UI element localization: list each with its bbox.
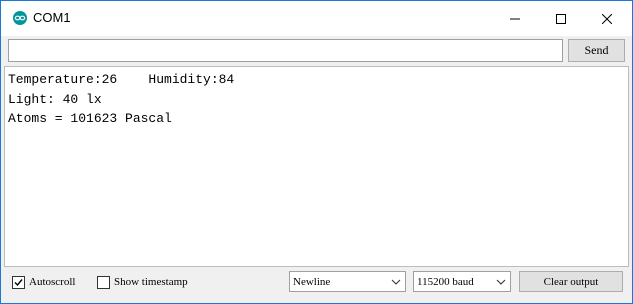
chevron-down-icon <box>391 279 401 285</box>
line-ending-select[interactable]: Newline <box>289 271 406 292</box>
serial-monitor-window: COM1 Send Temperature:26 Humidity:84 Lig… <box>0 0 633 304</box>
chevron-down-icon <box>496 279 506 285</box>
title-bar: COM1 <box>1 1 632 36</box>
checkmark-icon <box>14 279 23 287</box>
line-ending-value: Newline <box>293 276 331 288</box>
clear-output-button[interactable]: Clear output <box>519 271 623 292</box>
close-button[interactable] <box>584 1 630 36</box>
status-bar: Autoscroll Show timestamp Newline 115200… <box>1 267 632 303</box>
maximize-icon <box>556 13 566 24</box>
output-line: Temperature:26 Humidity:84 <box>8 72 235 87</box>
serial-output[interactable]: Temperature:26 Humidity:84 Light: 40 lx … <box>4 66 629 267</box>
baud-rate-value: 115200 baud <box>417 276 474 288</box>
autoscroll-checkbox[interactable] <box>12 276 25 289</box>
send-row: Send <box>1 36 632 66</box>
minimize-icon <box>510 18 520 19</box>
serial-input[interactable] <box>8 39 563 62</box>
show-timestamp-label[interactable]: Show timestamp <box>114 276 188 288</box>
autoscroll-label[interactable]: Autoscroll <box>29 276 75 288</box>
baud-rate-select[interactable]: 115200 baud <box>413 271 511 292</box>
output-line: Atoms = 101623 Pascal <box>8 111 172 126</box>
minimize-button[interactable] <box>492 1 538 36</box>
arduino-infinity-icon <box>13 11 27 25</box>
close-icon <box>602 13 612 24</box>
show-timestamp-checkbox[interactable] <box>97 276 110 289</box>
send-button[interactable]: Send <box>568 39 625 62</box>
maximize-button[interactable] <box>538 1 584 36</box>
window-title: COM1 <box>33 10 71 25</box>
output-line: Light: 40 lx <box>8 92 102 107</box>
